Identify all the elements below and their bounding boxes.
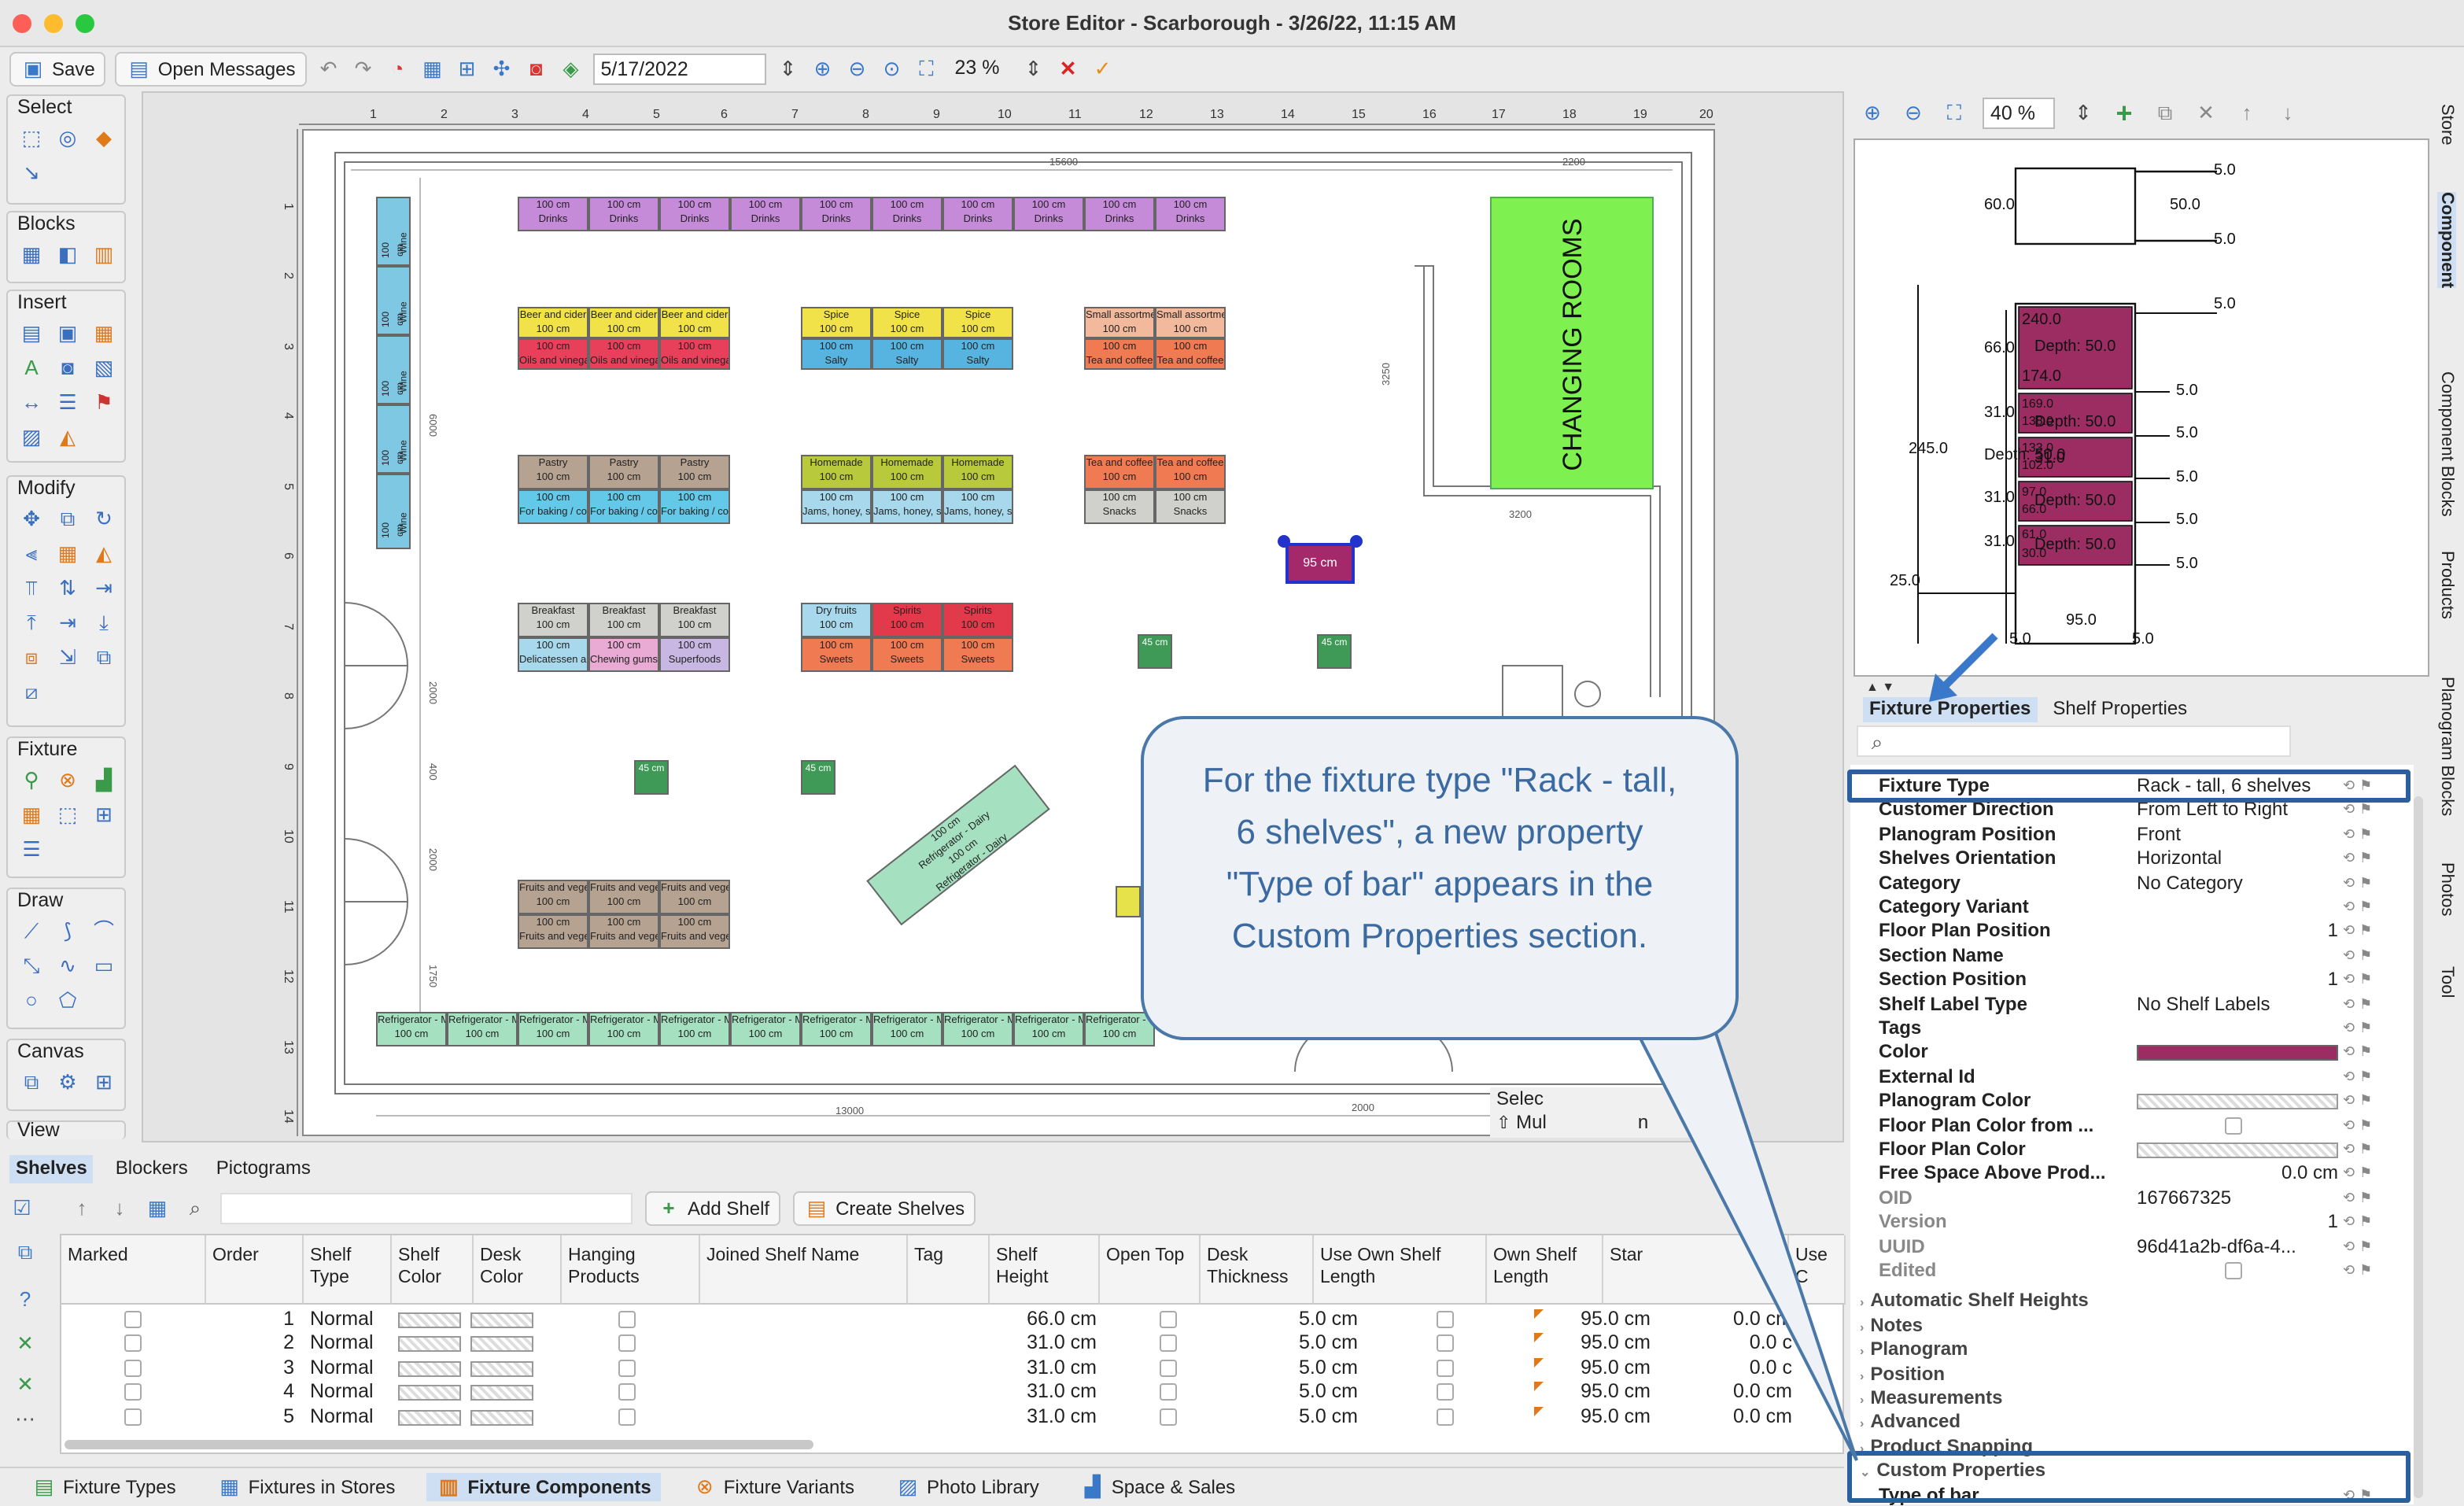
callout-text: For the fixture type "Rack - tall, 6 she… [1202, 760, 1677, 955]
callout-box: For the fixture type "Rack - tall, 6 she… [1141, 716, 1739, 1040]
